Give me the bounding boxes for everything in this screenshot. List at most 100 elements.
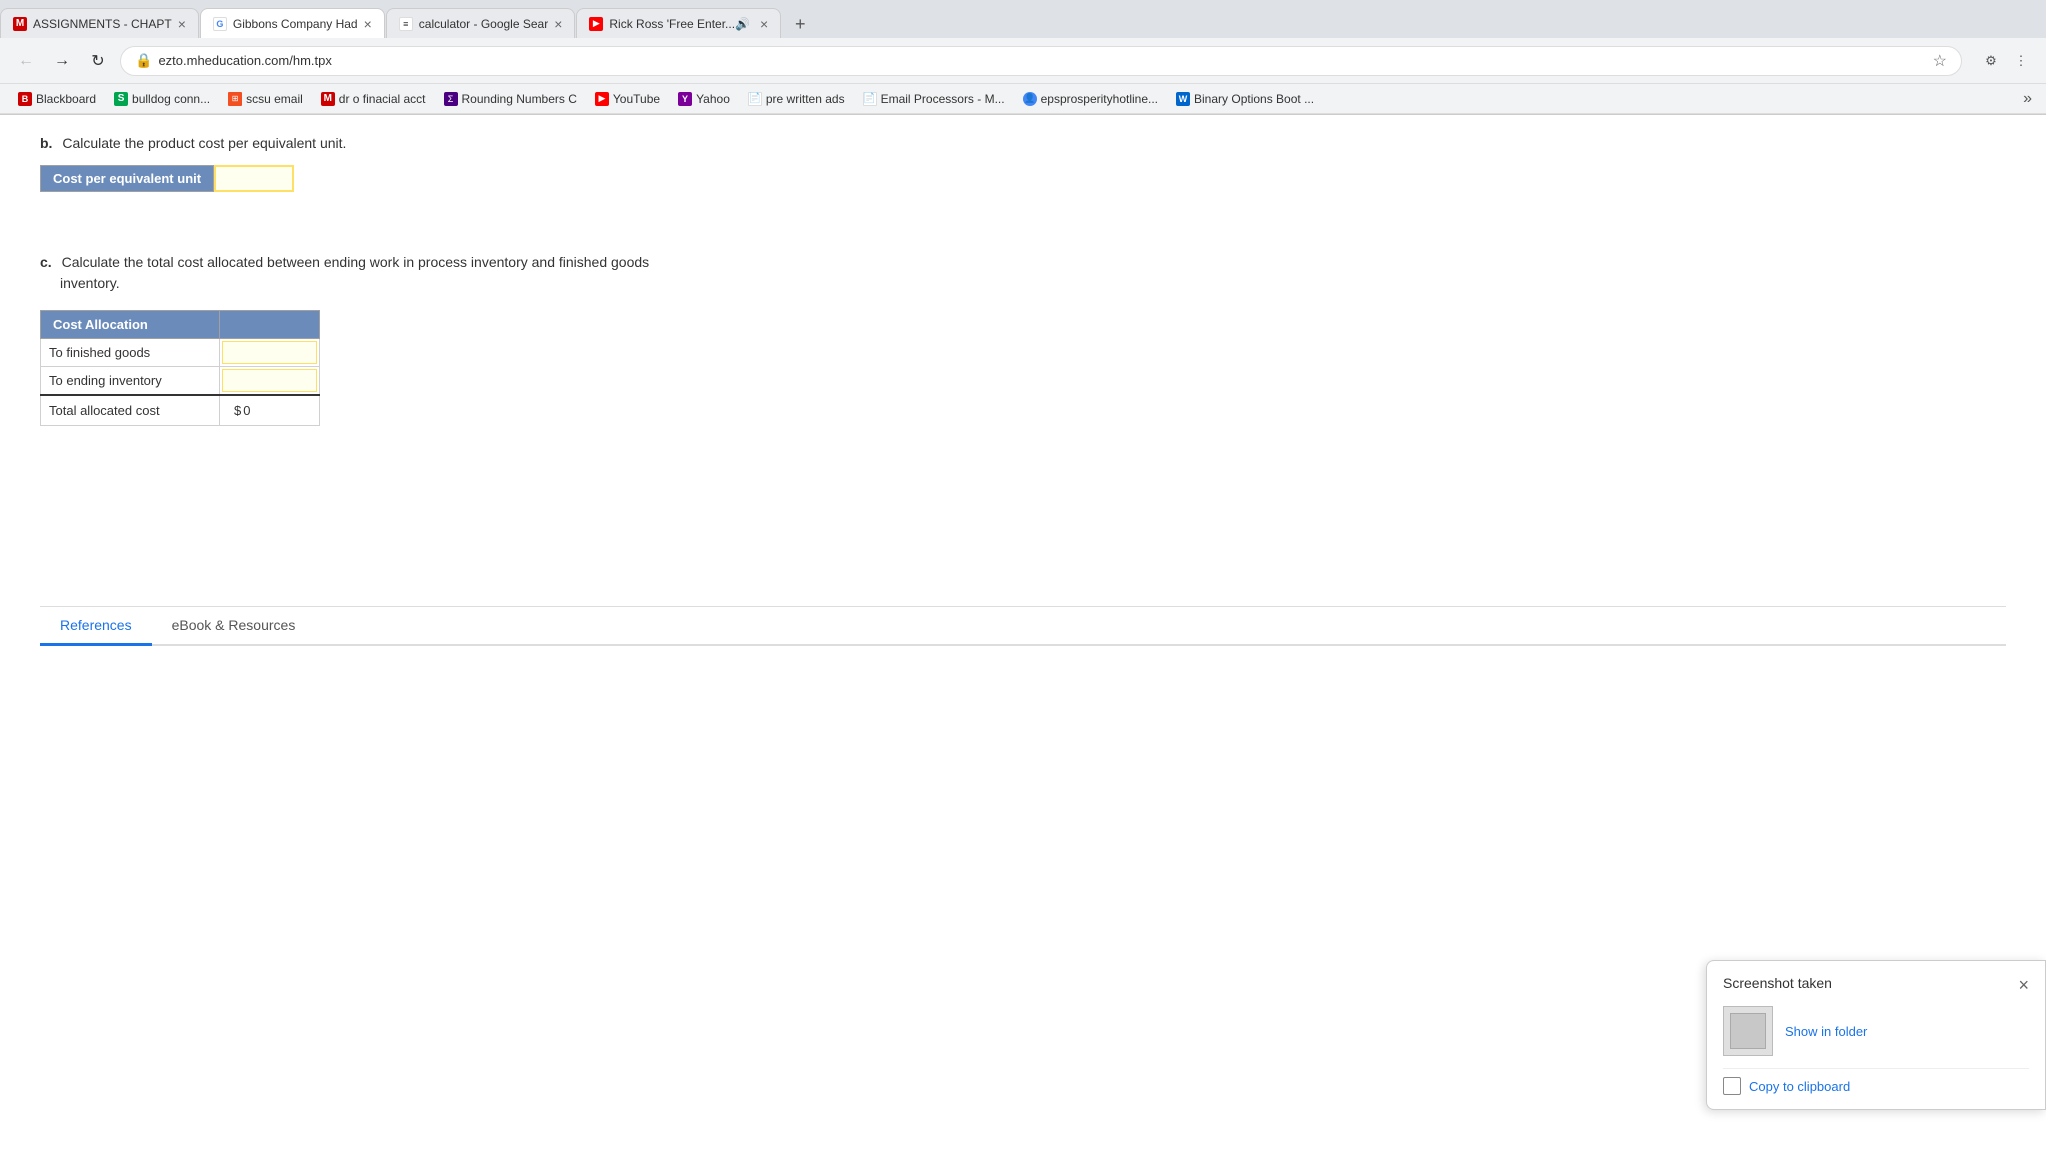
- bookmark-favicon-rounding: Σ: [444, 92, 458, 106]
- tab-title-3: calculator - Google Sear: [419, 17, 548, 31]
- bookmark-label-eps: epsprosperityhotline...: [1041, 92, 1158, 106]
- bookmark-favicon-scsu: ⊞: [228, 92, 242, 106]
- tab-close-1[interactable]: ×: [178, 16, 186, 32]
- bookmark-label-bulldog: bulldog conn...: [132, 92, 210, 106]
- bookmark-favicon-blackboard: B: [18, 92, 32, 106]
- screenshot-title: Screenshot taken: [1723, 975, 1832, 991]
- lock-icon: 🔒: [135, 52, 152, 69]
- chrome-menu-button[interactable]: ⋮: [2008, 48, 2034, 74]
- tab-assignments[interactable]: M ASSIGNMENTS - CHAPT ×: [0, 8, 199, 38]
- tab-close-2[interactable]: ×: [364, 16, 372, 32]
- screenshot-notification: Screenshot taken × Show in folder Copy t…: [1706, 960, 2046, 1110]
- browser-chrome: M ASSIGNMENTS - CHAPT × G Gibbons Compan…: [0, 0, 2046, 115]
- bookmark-favicon-yahoo: Y: [678, 92, 692, 106]
- bookmark-rounding[interactable]: Σ Rounding Numbers C: [436, 90, 585, 108]
- finished-goods-input[interactable]: [222, 341, 317, 364]
- cost-allocation-header-input: [220, 311, 320, 339]
- tab-title-4: Rick Ross 'Free Enter...: [609, 17, 735, 31]
- reload-button[interactable]: ↻: [84, 47, 112, 75]
- bookmark-favicon-eps: 👤: [1023, 92, 1037, 106]
- bookmark-email[interactable]: 📄 Email Processors - M...: [855, 90, 1013, 108]
- ending-inventory-input-cell[interactable]: [220, 367, 320, 396]
- bookmark-eps[interactable]: 👤 epsprosperityhotline...: [1015, 90, 1166, 108]
- bookmark-label-dro: dr o finacial acct: [339, 92, 426, 106]
- bookmark-label-binary: Binary Options Boot ...: [1194, 92, 1314, 106]
- tab-close-4[interactable]: ×: [760, 16, 768, 32]
- cost-per-unit-row: Cost per equivalent unit: [40, 165, 2006, 192]
- screenshot-thumbnail: [1723, 1006, 1773, 1056]
- screenshot-thumb-inner: [1730, 1013, 1766, 1049]
- bookmark-dro[interactable]: M dr o finacial acct: [313, 90, 434, 108]
- address-input-container[interactable]: 🔒 ezto.mheducation.com/hm.tpx ☆: [120, 46, 1962, 76]
- tab-ebook[interactable]: eBook & Resources: [152, 607, 316, 644]
- bookmark-favicon-youtube: ▶: [595, 92, 609, 106]
- total-allocated-value-cell: $ 0: [220, 395, 320, 426]
- copy-to-clipboard-row[interactable]: Copy to clipboard: [1723, 1077, 2029, 1095]
- bookmark-label-prewritten: pre written ads: [766, 92, 845, 106]
- back-button[interactable]: ←: [12, 47, 40, 75]
- bookmark-binary[interactable]: W Binary Options Boot ...: [1168, 90, 1322, 108]
- extensions-button[interactable]: ⚙: [1978, 48, 2004, 74]
- bookmark-favicon-dro: M: [321, 92, 335, 106]
- tab-references[interactable]: References: [40, 607, 152, 646]
- cost-per-unit-input[interactable]: [220, 171, 288, 186]
- total-value-container: $ 0: [228, 400, 311, 421]
- references-tabs-row: References eBook & Resources: [40, 607, 2006, 646]
- total-allocated-label: Total allocated cost: [41, 395, 220, 426]
- finished-goods-input-cell[interactable]: [220, 339, 320, 367]
- bookmark-star-icon[interactable]: ☆: [1933, 51, 1947, 71]
- table-row-total: Total allocated cost $ 0: [41, 395, 320, 426]
- bookmarks-more-button[interactable]: »: [2019, 90, 2036, 108]
- new-tab-button[interactable]: +: [786, 10, 814, 38]
- section-b: b. Calculate the product cost per equiva…: [40, 135, 2006, 192]
- finished-goods-label: To finished goods: [41, 339, 220, 367]
- table-row-ending-inventory: To ending inventory: [41, 367, 320, 396]
- tab-favicon-4: ▶: [589, 17, 603, 31]
- cost-allocation-header: Cost Allocation: [41, 311, 220, 339]
- tab-gibbons[interactable]: G Gibbons Company Had ×: [200, 8, 385, 38]
- bookmark-youtube[interactable]: ▶ YouTube: [587, 90, 668, 108]
- section-c: c. Calculate the total cost allocated be…: [40, 252, 2006, 426]
- tab-bar: M ASSIGNMENTS - CHAPT × G Gibbons Compan…: [0, 0, 2046, 38]
- total-value: 0: [243, 403, 250, 418]
- bookmark-bulldog[interactable]: S bulldog conn...: [106, 90, 218, 108]
- cost-allocation-table: Cost Allocation To finished goods To end…: [40, 310, 320, 426]
- table-row-finished-goods: To finished goods: [41, 339, 320, 367]
- tab-close-3[interactable]: ×: [554, 16, 562, 32]
- audio-icon: 🔊: [735, 17, 750, 31]
- show-in-folder-link[interactable]: Show in folder: [1785, 1024, 1867, 1039]
- dollar-sign: $: [234, 403, 241, 418]
- ending-inventory-label: To ending inventory: [41, 367, 220, 396]
- bookmark-label-blackboard: Blackboard: [36, 92, 96, 106]
- address-url: ezto.mheducation.com/hm.tpx: [158, 53, 1922, 68]
- bookmark-favicon-email: 📄: [863, 92, 877, 106]
- bookmark-favicon-prewritten: 📄: [748, 92, 762, 106]
- forward-button[interactable]: →: [48, 47, 76, 75]
- bookmarks-bar: B Blackboard S bulldog conn... ⊞ scsu em…: [0, 84, 2046, 114]
- references-section: References eBook & Resources: [40, 606, 2006, 646]
- copy-to-clipboard-label[interactable]: Copy to clipboard: [1749, 1079, 1850, 1094]
- bookmark-favicon-bulldog: S: [114, 92, 128, 106]
- screenshot-close-button[interactable]: ×: [2018, 975, 2029, 996]
- tab-title-2: Gibbons Company Had: [233, 17, 358, 31]
- bookmark-scsu[interactable]: ⊞ scsu email: [220, 90, 311, 108]
- tab-calculator[interactable]: ≡ calculator - Google Sear ×: [386, 8, 576, 38]
- screenshot-body: Show in folder: [1723, 1006, 2029, 1056]
- ending-inventory-input[interactable]: [222, 369, 317, 392]
- address-bar: ← → ↻ 🔒 ezto.mheducation.com/hm.tpx ☆ ⚙ …: [0, 38, 2046, 84]
- bookmark-yahoo[interactable]: Y Yahoo: [670, 90, 738, 108]
- bookmark-label-scsu: scsu email: [246, 92, 303, 106]
- bookmark-label-email: Email Processors - M...: [881, 92, 1005, 106]
- screenshot-notification-header: Screenshot taken ×: [1723, 975, 2029, 996]
- cost-per-unit-input-cell[interactable]: [214, 165, 294, 192]
- screenshot-divider: [1723, 1068, 2029, 1069]
- section-b-instruction: b. Calculate the product cost per equiva…: [40, 135, 2006, 151]
- tab-favicon-2: G: [213, 17, 227, 31]
- bookmark-prewritten[interactable]: 📄 pre written ads: [740, 90, 853, 108]
- bookmark-blackboard[interactable]: B Blackboard: [10, 90, 104, 108]
- cost-per-unit-label: Cost per equivalent unit: [40, 165, 214, 192]
- tab-favicon-1: M: [13, 17, 27, 31]
- tab-rickross[interactable]: ▶ Rick Ross 'Free Enter... 🔊 ×: [576, 8, 781, 38]
- page-content: b. Calculate the product cost per equiva…: [0, 115, 2046, 666]
- extensions-area: ⚙ ⋮: [1978, 48, 2034, 74]
